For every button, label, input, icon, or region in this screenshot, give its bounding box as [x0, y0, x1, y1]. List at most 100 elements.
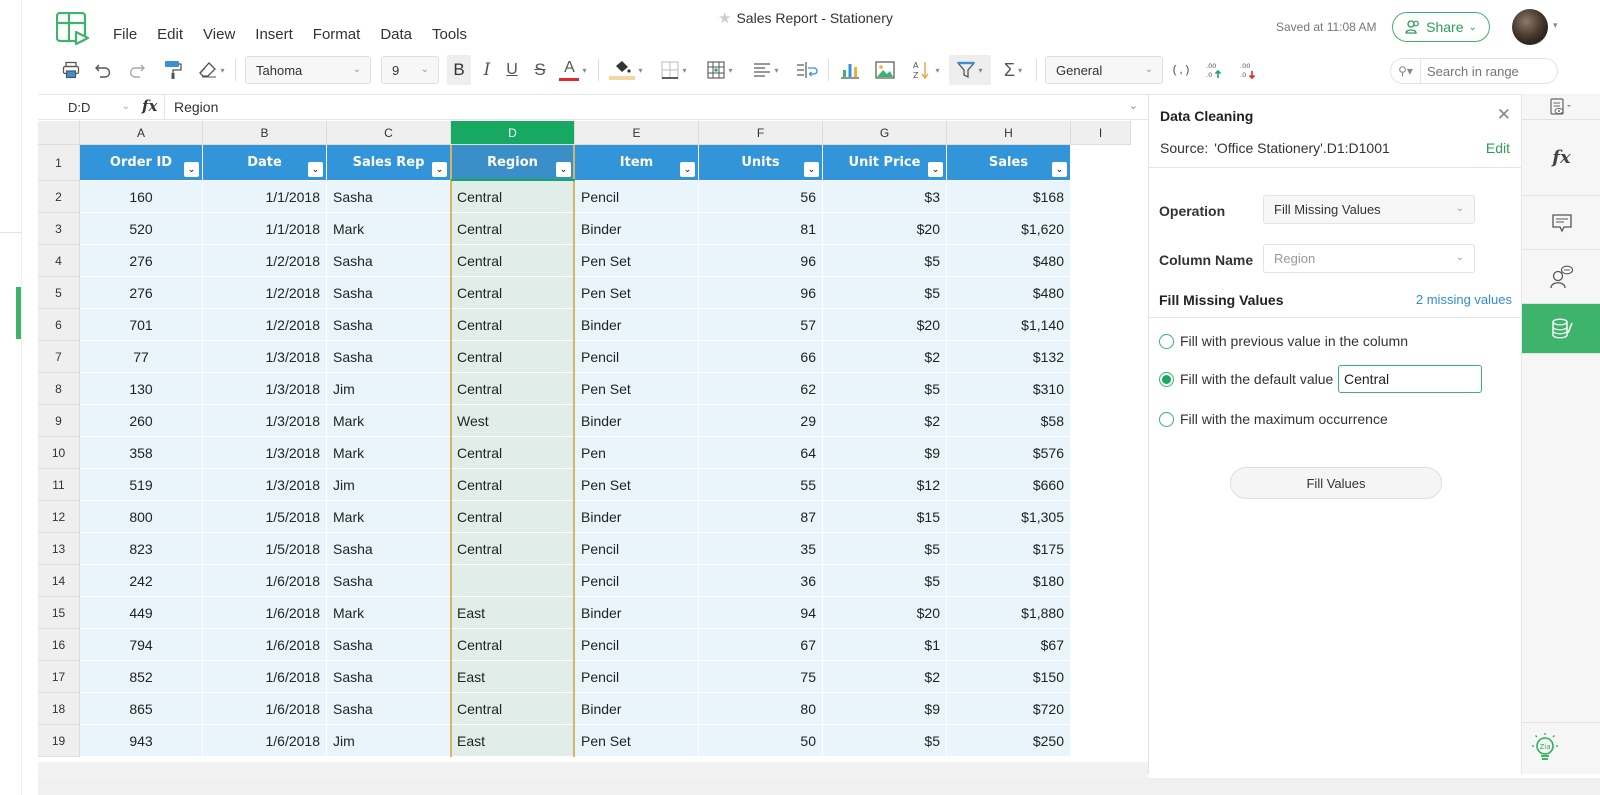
filter-dropdown-icon[interactable]: ⌄: [308, 162, 323, 177]
table-cell[interactable]: 276: [80, 277, 203, 309]
table-cell[interactable]: 29: [699, 405, 823, 437]
table-cell[interactable]: 242: [80, 565, 203, 597]
table-cell[interactable]: 130: [80, 373, 203, 405]
sum-button[interactable]: Σ ▾: [996, 55, 1030, 85]
operation-select[interactable]: Fill Missing Values ⌄: [1263, 195, 1475, 224]
option-fill-previous[interactable]: Fill with previous value in the column: [1159, 333, 1408, 349]
row-header[interactable]: 18: [38, 693, 80, 725]
table-cell[interactable]: $576: [947, 437, 1071, 469]
zia-bulb-icon[interactable]: Zia: [1530, 732, 1560, 766]
table-cell[interactable]: Pencil: [575, 661, 699, 693]
table-cell[interactable]: $2: [823, 341, 947, 373]
table-cell[interactable]: $20: [823, 309, 947, 341]
row-header[interactable]: 6: [38, 309, 80, 341]
table-cell[interactable]: 1/3/2018: [203, 469, 327, 501]
avatar-caret-icon[interactable]: ▾: [1553, 20, 1558, 31]
row-header[interactable]: 17: [38, 661, 80, 693]
favorite-star-icon[interactable]: ★: [718, 9, 731, 27]
table-cell[interactable]: Pen Set: [575, 245, 699, 277]
user-avatar[interactable]: [1512, 9, 1548, 45]
table-cell[interactable]: Central: [451, 309, 575, 341]
menu-view[interactable]: View: [203, 26, 235, 43]
table-cell[interactable]: Sasha: [327, 277, 451, 309]
data-cleaning-button[interactable]: [1522, 304, 1600, 354]
table-cell[interactable]: 1/6/2018: [203, 565, 327, 597]
horizontal-scrollbar[interactable]: [38, 762, 1148, 778]
table-cell[interactable]: Sasha: [327, 341, 451, 373]
table-cell[interactable]: Jim: [327, 373, 451, 405]
table-cell[interactable]: 94: [699, 597, 823, 629]
table-cell[interactable]: 56: [699, 181, 823, 213]
expand-formula-icon[interactable]: ⌄: [1129, 99, 1138, 112]
table-cell[interactable]: Central: [451, 181, 575, 213]
table-cell[interactable]: $480: [947, 277, 1071, 309]
table-cell[interactable]: Mark: [327, 213, 451, 245]
table-cell[interactable]: Central: [451, 341, 575, 373]
table-cell[interactable]: Mark: [327, 405, 451, 437]
table-cell[interactable]: $175: [947, 533, 1071, 565]
fill-color-button[interactable]: ▾: [607, 55, 645, 85]
row-header[interactable]: 5: [38, 277, 80, 309]
table-cell[interactable]: West: [451, 405, 575, 437]
table-header-cell[interactable]: Sales Rep ⌄: [327, 145, 451, 181]
menu-edit[interactable]: Edit: [157, 26, 183, 43]
table-cell[interactable]: Sasha: [327, 309, 451, 341]
menu-tools[interactable]: Tools: [432, 26, 467, 43]
table-cell[interactable]: 96: [699, 245, 823, 277]
table-cell[interactable]: $168: [947, 181, 1071, 213]
table-cell[interactable]: 865: [80, 693, 203, 725]
table-cell[interactable]: East: [451, 661, 575, 693]
table-cell[interactable]: 1/3/2018: [203, 373, 327, 405]
row-header[interactable]: 3: [38, 213, 80, 245]
table-cell[interactable]: Binder: [575, 309, 699, 341]
row-header[interactable]: 4: [38, 245, 80, 277]
table-cell[interactable]: 520: [80, 213, 203, 245]
radio-fill-max-occurrence[interactable]: [1159, 411, 1174, 427]
spreadsheet-grid[interactable]: A B C D E F G H I 1 Order ID ⌄ Date ⌄ Sales Rep ⌄ Region…: [38, 121, 1148, 761]
table-cell[interactable]: Central: [451, 501, 575, 533]
comma-style-button[interactable]: ( , ): [1168, 55, 1194, 85]
table-cell[interactable]: 1/3/2018: [203, 341, 327, 373]
sort-button[interactable]: AZ ▾: [909, 55, 943, 85]
paint-format-icon[interactable]: [162, 55, 184, 85]
search-icon[interactable]: ⚲▾: [1391, 59, 1421, 83]
table-cell[interactable]: $3: [823, 181, 947, 213]
table-header-cell[interactable]: Sales ⌄: [947, 145, 1071, 181]
table-cell[interactable]: 36: [699, 565, 823, 597]
document-title-text[interactable]: Sales Report - Stationery: [736, 10, 892, 26]
decrease-decimal-button[interactable]: .00.0: [1236, 55, 1260, 85]
share-button[interactable]: Share ⌄: [1392, 12, 1490, 42]
table-cell[interactable]: Pen Set: [575, 277, 699, 309]
table-cell[interactable]: 276: [80, 245, 203, 277]
row-header[interactable]: 9: [38, 405, 80, 437]
column-header-g[interactable]: G: [823, 121, 947, 145]
table-cell[interactable]: 1/6/2018: [203, 693, 327, 725]
table-cell[interactable]: Sasha: [327, 693, 451, 725]
table-cell[interactable]: 1/6/2018: [203, 725, 327, 757]
number-format-select[interactable]: General ⌄: [1045, 56, 1163, 84]
table-cell[interactable]: $9: [823, 693, 947, 725]
table-cell[interactable]: 160: [80, 181, 203, 213]
row-header[interactable]: 7: [38, 341, 80, 373]
row-header[interactable]: 16: [38, 629, 80, 661]
table-cell[interactable]: Central: [451, 213, 575, 245]
table-cell[interactable]: 57: [699, 309, 823, 341]
table-header-cell[interactable]: Order ID ⌄: [80, 145, 203, 181]
fill-values-button[interactable]: Fill Values: [1230, 467, 1442, 499]
font-size-select[interactable]: 9 ⌄: [381, 56, 439, 84]
table-cell[interactable]: Sasha: [327, 661, 451, 693]
collaborators-button[interactable]: [1522, 250, 1600, 304]
function-icon[interactable]: fx: [142, 97, 157, 115]
column-header-a[interactable]: A: [80, 121, 203, 145]
table-cell[interactable]: Central: [451, 693, 575, 725]
table-cell[interactable]: East: [451, 725, 575, 757]
table-cell[interactable]: Central: [451, 277, 575, 309]
close-icon[interactable]: ✕: [1497, 105, 1511, 125]
table-cell[interactable]: 81: [699, 213, 823, 245]
font-family-select[interactable]: Tahoma ⌄: [245, 56, 371, 84]
filter-dropdown-icon[interactable]: ⌄: [556, 162, 571, 177]
table-cell[interactable]: $1,140: [947, 309, 1071, 341]
table-cell[interactable]: Pencil: [575, 565, 699, 597]
table-header-cell[interactable]: Units ⌄: [699, 145, 823, 181]
table-cell[interactable]: Jim: [327, 469, 451, 501]
